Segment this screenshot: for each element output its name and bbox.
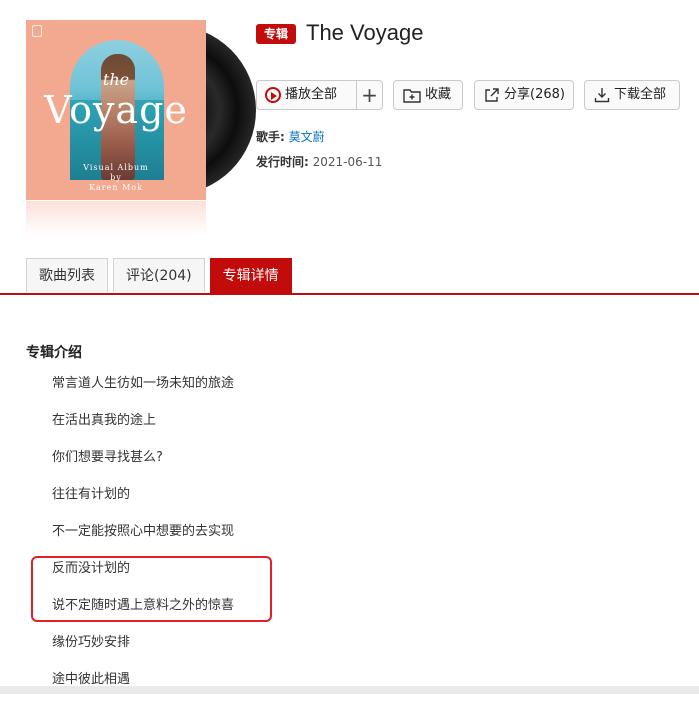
artist-label: 歌手:: [256, 130, 285, 144]
favorite-label: 收藏: [425, 87, 452, 102]
add-to-playlist-button[interactable]: +: [357, 81, 382, 109]
release-date-label: 发行时间:: [256, 155, 309, 169]
album-intro-text: 常言道人生彷如一场未知的旅途 在活出真我的途上 你们想要寻找甚么? 往往有计划的…: [52, 374, 234, 707]
play-all-button[interactable]: 播放全部: [257, 81, 357, 109]
cover-text-voyage: Voyage: [44, 88, 188, 132]
intro-line: 常言道人生彷如一场未知的旅途: [52, 376, 235, 391]
cover-text-the: the: [102, 70, 130, 89]
cover-by-line: by: [110, 173, 122, 182]
download-icon: [594, 88, 610, 103]
album-title: The Voyage: [306, 20, 424, 45]
cover-text-subtitle: Visual Album by Karen Mok: [26, 163, 206, 193]
release-date-row: 发行时间: 2021-06-11: [256, 153, 382, 170]
release-date-value: 2021-06-11: [312, 155, 383, 169]
intro-line: 你们想要寻找甚么?: [52, 450, 163, 465]
favorite-button[interactable]: 收藏: [393, 80, 463, 110]
cover-artist-line: Karen Mok: [89, 183, 143, 192]
intro-line: 在活出真我的途上: [52, 413, 157, 428]
album-cover-area: the Voyage Visual Album by Karen Mok: [26, 20, 256, 235]
intro-line: 不一定能按照心中想要的去实现: [52, 524, 235, 539]
tab-song-list[interactable]: 歌曲列表: [26, 258, 108, 292]
cover-subtitle-line: Visual Album: [83, 163, 149, 172]
tab-album-details[interactable]: 专辑详情: [209, 258, 292, 294]
highlight-annotation-box: [31, 556, 272, 622]
download-all-label: 下载全部: [614, 87, 667, 102]
album-cover-image[interactable]: the Voyage Visual Album by Karen Mok: [26, 20, 206, 200]
play-all-label: 播放全部: [285, 87, 338, 102]
album-intro-heading: 专辑介绍: [26, 345, 82, 361]
artist-row: 歌手: 莫文蔚: [256, 128, 325, 145]
cover-reflection: [26, 201, 206, 235]
folder-plus-icon: [403, 89, 421, 103]
intro-line: 往往有计划的: [52, 487, 131, 502]
album-tabs: 歌曲列表 评论(204) 专辑详情: [26, 258, 297, 294]
artist-link[interactable]: 莫文蔚: [289, 130, 325, 144]
share-icon: [485, 88, 499, 102]
share-button[interactable]: 分享(268): [474, 80, 574, 110]
album-tag-badge: 专辑: [256, 24, 296, 44]
play-all-button-group: 播放全部 +: [256, 80, 383, 110]
bottom-scroll-strip: [0, 686, 699, 694]
tab-underline: [0, 293, 699, 295]
download-all-button[interactable]: 下载全部: [584, 80, 680, 110]
play-circle-icon: [265, 87, 281, 103]
intro-line: 缘份巧妙安排: [52, 635, 131, 650]
tab-comments[interactable]: 评论(204): [113, 258, 205, 292]
share-label: 分享(268): [504, 87, 565, 102]
cover-logo-mark: [32, 25, 42, 37]
